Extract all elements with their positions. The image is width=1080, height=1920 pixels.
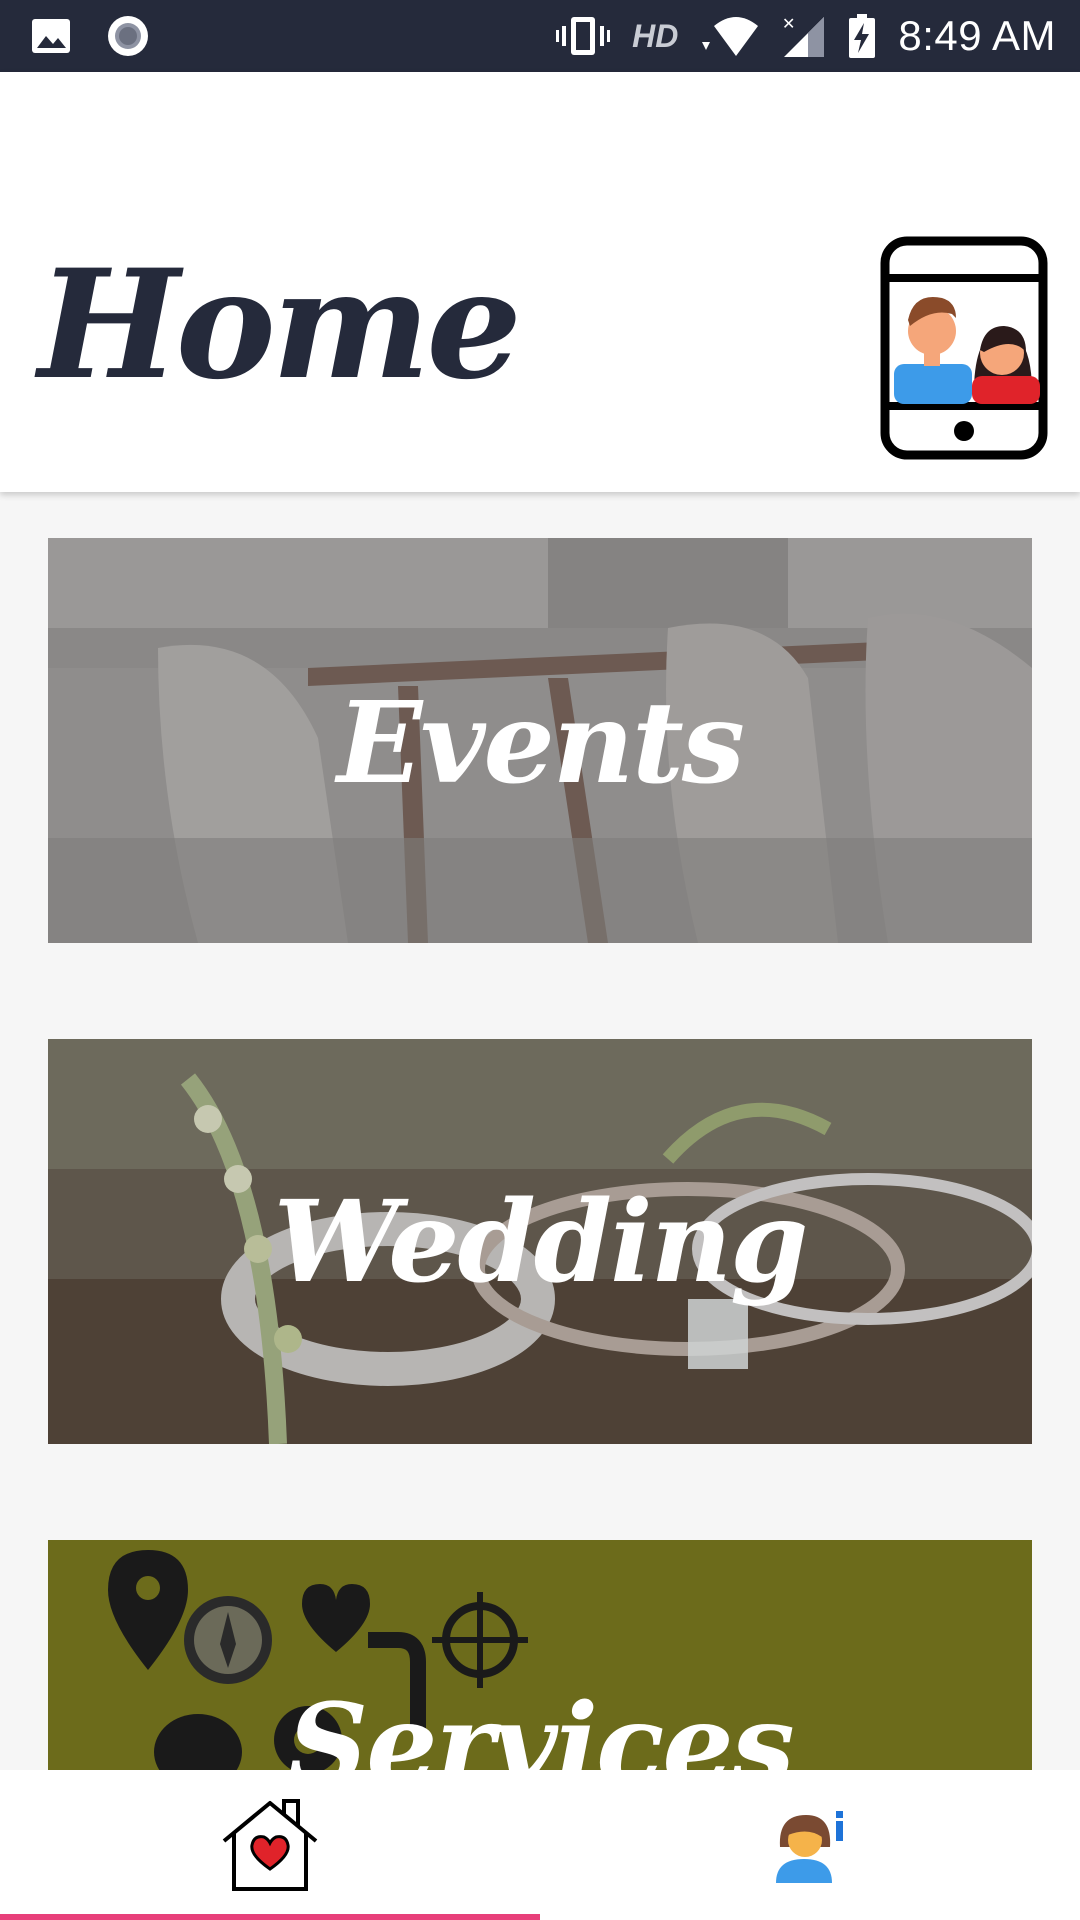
battery-charging-icon bbox=[849, 14, 876, 58]
network-type-label: HD bbox=[632, 17, 679, 54]
status-time: 8:49 AM bbox=[898, 12, 1056, 59]
nav-home-tab[interactable] bbox=[0, 1770, 540, 1920]
signal-icon: ✕ bbox=[782, 14, 825, 57]
profile-info-icon bbox=[776, 1811, 843, 1883]
events-title: Events bbox=[337, 678, 745, 809]
record-icon bbox=[108, 16, 148, 56]
vibrate-icon bbox=[556, 17, 611, 55]
services-title: Services bbox=[287, 1680, 794, 1773]
wedding-card[interactable]: Wedding bbox=[48, 1039, 1032, 1444]
selected-tab-indicator bbox=[0, 1914, 540, 1920]
bottom-navigation bbox=[0, 1770, 1080, 1920]
app-header: Home bbox=[0, 72, 1080, 492]
page-title: Home bbox=[38, 237, 522, 413]
events-card[interactable]: Events bbox=[48, 538, 1032, 943]
wedding-title: Wedding bbox=[273, 1177, 809, 1308]
video-call-phone-icon[interactable] bbox=[880, 236, 1048, 460]
nav-profile-tab[interactable] bbox=[540, 1770, 1080, 1920]
status-bar: HD ✕ 8:49 AM bbox=[0, 0, 1080, 72]
image-icon bbox=[32, 19, 70, 53]
wifi-icon bbox=[702, 17, 759, 56]
home-heart-icon bbox=[222, 1799, 318, 1891]
services-card[interactable]: Services bbox=[48, 1540, 1032, 1772]
svg-text:✕: ✕ bbox=[782, 14, 795, 33]
